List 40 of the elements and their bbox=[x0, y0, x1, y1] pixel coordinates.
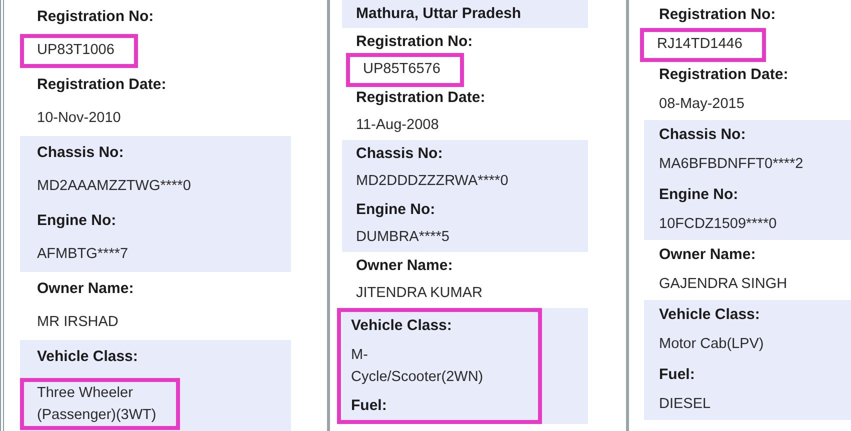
field-value: M- Cycle/Scooter(2WN) bbox=[351, 347, 484, 385]
field-label: Vehicle Class: bbox=[659, 304, 760, 325]
field-value: GAJENDRA SINGH bbox=[659, 275, 788, 294]
field-label: Registration Date: bbox=[356, 88, 486, 108]
field-label: Vehicle Class: bbox=[351, 316, 452, 336]
field-label: Registration No: bbox=[356, 32, 473, 52]
field-value: UP85T6576 bbox=[346, 53, 464, 87]
field-value: 11-Aug-2008 bbox=[356, 116, 439, 136]
field-label: Fuel: bbox=[351, 396, 387, 416]
field-label: Owner Name: bbox=[37, 278, 134, 299]
field-value: 08-May-2015 bbox=[659, 95, 744, 114]
field-label: Vehicle Class: bbox=[37, 346, 138, 367]
field-value: UP83T1006 bbox=[20, 34, 138, 68]
field-label: Mathura, Uttar Pradesh bbox=[356, 4, 522, 24]
field-label: Registration No: bbox=[659, 4, 776, 25]
field-value: RJ14TD1446 bbox=[640, 28, 766, 62]
field-label: Registration Date: bbox=[659, 64, 788, 85]
field-label: Engine No: bbox=[659, 184, 738, 205]
field-value: DIESEL bbox=[659, 395, 711, 414]
field-label: Registration Date: bbox=[37, 74, 166, 95]
field-value: MR IRSHAD bbox=[37, 313, 118, 332]
field-value: 10-Nov-2010 bbox=[37, 109, 121, 128]
field-value: Three Wheeler (Passenger)(3WT) bbox=[20, 378, 180, 430]
field-value: MA6BFBDNFFT0****2 bbox=[659, 155, 804, 174]
field-value: Motor Cab(LPV) bbox=[659, 335, 764, 354]
field-value: MD2AAAMZZTWG****0 bbox=[37, 177, 191, 196]
field-value: DUMBRA****5 bbox=[356, 228, 450, 248]
field-label: Engine No: bbox=[356, 200, 436, 220]
field-label: Registration No: bbox=[37, 6, 154, 27]
field-value: JITENDRA KUMAR bbox=[356, 284, 482, 304]
field-value: 10FCDZ1509****0 bbox=[659, 215, 777, 234]
field-label: Owner Name: bbox=[659, 244, 756, 265]
field-value: MD2DDDZZZRWA****0 bbox=[356, 172, 508, 192]
field-label: Chassis No: bbox=[37, 142, 124, 163]
field-label: Owner Name: bbox=[356, 256, 453, 276]
field-value: AFMBTG****7 bbox=[37, 245, 128, 264]
field-label: Engine No: bbox=[37, 210, 116, 231]
field-label: Chassis No: bbox=[659, 124, 746, 145]
field-label: Chassis No: bbox=[356, 144, 443, 164]
field-label: Fuel: bbox=[659, 364, 695, 385]
